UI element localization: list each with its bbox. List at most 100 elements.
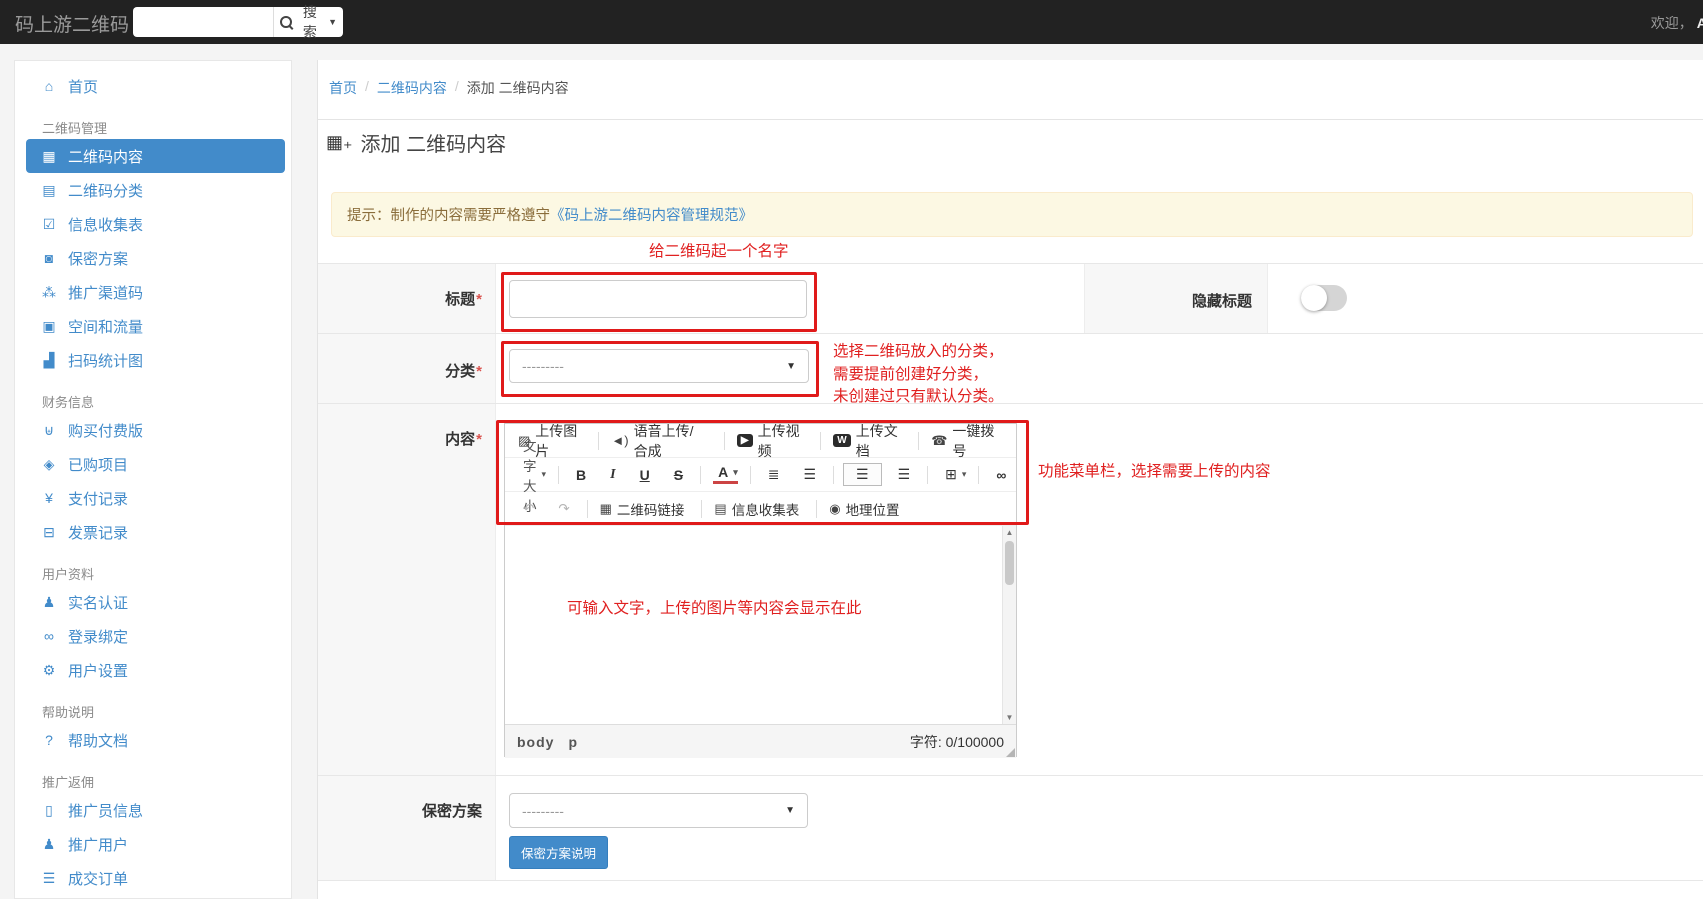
toolbar-button[interactable]: ≣: [763, 466, 785, 483]
toolbar-label: ⊞: [945, 466, 957, 482]
toolbar-button[interactable]: ⊞ ▾: [940, 466, 966, 483]
toolbar-button[interactable]: W 上传文档: [833, 421, 906, 461]
sidebar-item[interactable]: ⚙ 用户设置: [15, 653, 291, 687]
toolbar-button[interactable]: ◄) 语音上传/合成: [611, 421, 712, 461]
sidebar-item[interactable]: ⌂ 首页: [15, 69, 291, 103]
toolbar-button[interactable]: S: [669, 467, 688, 483]
toolbar-button[interactable]: ↶: [518, 501, 539, 517]
toolbar-button[interactable]: ∞: [991, 467, 1011, 483]
hide-title-toggle[interactable]: [1301, 285, 1347, 311]
sidebar-item[interactable]: ▤ 二维码分类: [15, 173, 291, 207]
toolbar-label: 上传视频: [757, 422, 800, 459]
scroll-up-icon[interactable]: ▲: [1003, 528, 1016, 537]
sidebar-item-label: 登录绑定: [68, 628, 129, 646]
sidebar-item[interactable]: ⊟ 发票记录: [15, 515, 291, 549]
sidebar-item-label: 用户资料: [42, 566, 95, 582]
toolbar-button[interactable]: [927, 465, 929, 484]
sidebar-item[interactable]: ? 帮助文档: [15, 723, 291, 757]
element-path-body[interactable]: body: [517, 734, 554, 750]
title-input[interactable]: [509, 280, 807, 318]
toolbar-button[interactable]: [749, 465, 751, 484]
sidebar-item[interactable]: ⁂ 推广渠道码: [15, 275, 291, 309]
toolbar-button[interactable]: [978, 465, 980, 484]
toolbar-button[interactable]: A ▾: [713, 464, 738, 484]
toolbar-label: A: [718, 464, 729, 481]
toolbar-button[interactable]: U: [635, 467, 655, 483]
editor-body[interactable]: 可输入文字，上传的图片等内容会显示在此 ▲ ▼: [505, 526, 1016, 724]
sidebar-item[interactable]: ∞ 登录绑定: [15, 619, 291, 653]
sidebar-item[interactable]: ¥ 支付记录: [15, 481, 291, 515]
toolbar-button[interactable]: ☎ 一键拨号: [931, 421, 1003, 461]
sidebar-item-icon: ◙: [44, 250, 54, 266]
brand-logo[interactable]: 码上游二维码: [15, 10, 129, 37]
annotation-category: 选择二维码放入的分类， 需要提前创建好分类， 未创建过只有默认分类。: [833, 341, 1004, 409]
editor-scrollbar[interactable]: ▲ ▼: [1002, 526, 1016, 724]
sidebar-item-icon: ∞: [44, 628, 54, 644]
toolbar-icon: ▦: [599, 500, 612, 516]
rich-text-editor: ▨ 上传图片 ◄) 语音上传/合成 ▶ 上传视频 W 上传文档 ☎ 一键拨号 文…: [504, 421, 1017, 758]
resize-grip-icon[interactable]: [1006, 748, 1015, 757]
sidebar-item[interactable]: ▯ 推广员信息: [15, 793, 291, 827]
toolbar-button[interactable]: I: [605, 467, 620, 483]
category-select[interactable]: --------- ▼: [509, 349, 809, 383]
sidebar-item[interactable]: ◈ 已购项目: [15, 447, 291, 481]
toolbar-button[interactable]: [833, 465, 835, 484]
main-content: 首页 / 二维码内容 / 添加 二维码内容 ▦₊ 添加 二维码内容 提示：制作的…: [317, 60, 1703, 899]
username[interactable]: Art: [1697, 15, 1703, 31]
toolbar-button[interactable]: ▦ 二维码链接: [600, 499, 690, 519]
toolbar-button[interactable]: ◉ 地理位置: [829, 499, 904, 519]
toolbar-button[interactable]: [816, 499, 818, 518]
toolbar-button[interactable]: [723, 431, 725, 450]
toolbar-button[interactable]: ☰: [798, 466, 821, 483]
toolbar-button[interactable]: [558, 465, 560, 484]
secret-info-button[interactable]: 保密方案说明: [509, 836, 609, 869]
toolbar-button[interactable]: [598, 431, 600, 450]
toolbar-button[interactable]: [586, 499, 588, 518]
sidebar-item[interactable]: ◙ 保密方案: [15, 241, 291, 275]
sidebar-item[interactable]: ▟ 扫码统计图: [15, 343, 291, 377]
secret-select[interactable]: --------- ▼: [509, 793, 808, 828]
element-path-p[interactable]: p: [568, 734, 578, 750]
toolbar-button[interactable]: ☰: [843, 463, 882, 486]
content-policy-link[interactable]: 《码上游二维码内容管理规范》: [550, 204, 753, 225]
toolbar-button[interactable]: [918, 431, 920, 450]
editor-toolbar-row1: ▨ 上传图片 ◄) 语音上传/合成 ▶ 上传视频 W 上传文档 ☎ 一键拨号: [505, 421, 1016, 461]
toolbar-label: 语音上传/合成: [633, 422, 694, 459]
sidebar-item[interactable]: ☑ 信息收集表: [15, 207, 291, 241]
sidebar-item[interactable]: ▣ 空间和流量: [15, 309, 291, 343]
chevron-down-icon: ▼: [785, 805, 795, 816]
table-border: [318, 403, 1703, 404]
scroll-down-icon[interactable]: ▼: [1003, 713, 1016, 722]
toolbar-label: ☰: [897, 466, 911, 482]
sidebar-item-label: 推广员信息: [68, 802, 144, 820]
sidebar-item[interactable]: ▦ 二维码内容: [26, 139, 285, 173]
toolbar-button[interactable]: ▤ 信息收集表: [714, 499, 804, 519]
sidebar-item[interactable]: ⊎ 购买付费版: [15, 413, 291, 447]
tip-alert-text: 提示：制作的内容需要严格遵守: [347, 208, 550, 224]
toolbar-button[interactable]: [701, 499, 703, 518]
panel-top-border: [318, 119, 1703, 120]
breadcrumb: 首页 / 二维码内容 / 添加 二维码内容: [329, 78, 569, 98]
sidebar-item[interactable]: ♟ 推广用户: [15, 827, 291, 861]
sidebar-item[interactable]: ☰ 成交订单: [15, 861, 291, 895]
sidebar-item-icon: ▣: [42, 317, 56, 334]
breadcrumb-parent[interactable]: 二维码内容: [377, 78, 447, 98]
toolbar-button[interactable]: [820, 431, 822, 450]
search-button-label: 搜索: [302, 4, 317, 40]
annotation-editor-body: 可输入文字，上传的图片等内容会显示在此: [567, 600, 862, 617]
toolbar-label: ☰: [856, 466, 869, 482]
toolbar-button[interactable]: B: [571, 467, 591, 483]
toolbar-button[interactable]: ↷: [553, 501, 574, 517]
toolbar-button[interactable]: ▶ 上传视频: [736, 421, 808, 461]
sidebar-item[interactable]: ♟ 实名认证: [15, 585, 291, 619]
annotation-line: 选择二维码放入的分类，: [833, 343, 1004, 360]
search-input[interactable]: [133, 7, 273, 37]
scrollbar-thumb[interactable]: [1005, 541, 1014, 585]
qrcode-plus-icon: ▦₊: [326, 132, 353, 152]
sidebar-item[interactable]: ¥ 返佣记录: [15, 895, 291, 898]
breadcrumb-home[interactable]: 首页: [329, 78, 357, 98]
toolbar-button[interactable]: ☰: [893, 466, 916, 483]
toolbar-button[interactable]: [700, 465, 702, 484]
secret-label: 保密方案: [421, 803, 482, 820]
search-button[interactable]: 搜索 ▼: [273, 4, 343, 40]
